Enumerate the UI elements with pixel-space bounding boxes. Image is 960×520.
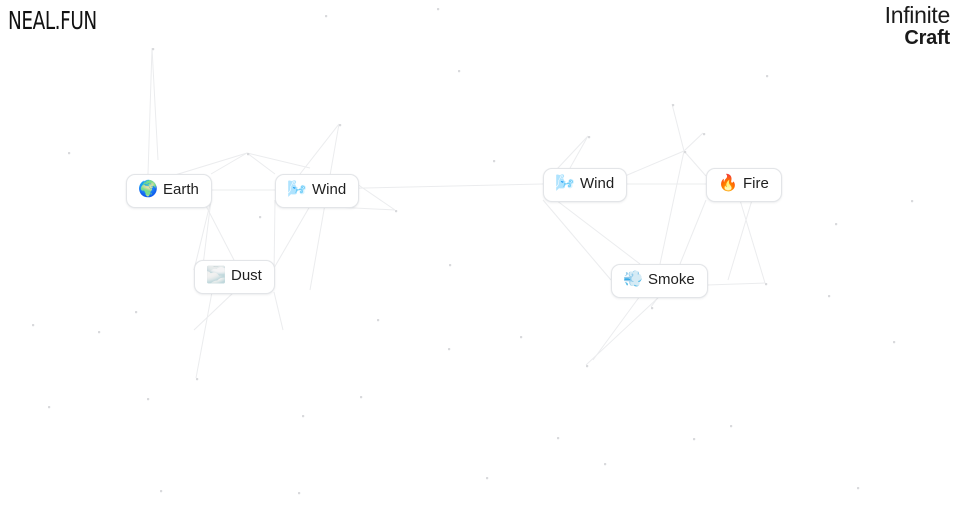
- infinite-craft-wordmark: Infinite Craft: [884, 2, 951, 49]
- web-connection-line: [683, 150, 707, 177]
- background-particle: [588, 136, 591, 139]
- background-particle: [339, 124, 342, 127]
- background-particle: [395, 210, 398, 213]
- background-particle: [135, 311, 138, 314]
- wind-face-icon: 🌬️: [555, 175, 575, 193]
- background-particle: [437, 8, 440, 11]
- background-particle: [48, 406, 51, 409]
- background-particle: [693, 438, 696, 441]
- globe-earth-icon: 🌍: [138, 181, 158, 199]
- web-connection-line: [147, 47, 153, 175]
- web-connection-line: [195, 291, 213, 379]
- background-particle: [147, 398, 150, 401]
- particle-web-background: [32, 8, 914, 495]
- flame-icon: 🔥: [718, 175, 738, 193]
- element-label: Wind: [312, 181, 347, 198]
- dust-waves-icon: 🌫️: [206, 267, 226, 285]
- infinite-craft-canvas[interactable]: NEAL.FUN Infinite Craft 🌍 Earth 🌬️ Wind 🌫️ Du…: [0, 0, 960, 520]
- background-particle: [766, 75, 769, 78]
- background-particle: [828, 295, 831, 298]
- web-connection-line: [151, 47, 159, 161]
- background-particle: [302, 415, 305, 418]
- background-particle: [68, 152, 71, 155]
- background-particle: [586, 365, 589, 368]
- web-connection-line: [542, 199, 612, 281]
- background-particle: [448, 348, 451, 351]
- web-connection-line: [299, 123, 340, 175]
- background-particle: [493, 160, 496, 163]
- web-connection-line: [624, 150, 685, 177]
- web-connection-line: [246, 152, 276, 175]
- background-particle: [486, 477, 489, 480]
- background-particle: [360, 396, 363, 399]
- web-connection-line: [555, 199, 641, 265]
- web-connection-line: [193, 291, 235, 331]
- background-particle: [298, 492, 301, 495]
- element-card-smoke[interactable]: 💨 Smoke: [611, 264, 708, 298]
- background-particle: [730, 425, 733, 428]
- background-particle: [259, 216, 262, 219]
- web-connection-line: [659, 150, 685, 265]
- element-card-dust[interactable]: 🌫️ Dust: [194, 260, 275, 294]
- background-particle: [377, 319, 380, 322]
- background-particle: [196, 378, 199, 381]
- background-particle: [160, 490, 163, 493]
- background-particle: [765, 283, 768, 286]
- background-particle: [458, 70, 461, 73]
- web-connection-line: [273, 291, 284, 331]
- element-label: Smoke: [648, 271, 695, 288]
- wordmark-line-craft: Craft: [904, 26, 950, 49]
- background-particle: [835, 223, 838, 226]
- element-card-fire[interactable]: 🔥 Fire: [706, 168, 782, 202]
- web-connection-line: [210, 152, 248, 175]
- element-label: Dust: [231, 267, 262, 284]
- wind-face-icon: 🌬️: [287, 181, 307, 199]
- web-connection-line: [679, 199, 707, 265]
- background-particle: [557, 437, 560, 440]
- background-particle: [247, 153, 250, 156]
- background-particle: [98, 331, 101, 334]
- web-connection-line: [273, 205, 311, 269]
- background-particle: [911, 200, 914, 203]
- web-connection-line: [727, 199, 753, 281]
- element-label: Fire: [743, 175, 769, 192]
- background-particle: [325, 15, 328, 18]
- web-connection-line: [356, 183, 396, 211]
- web-connection-line: [706, 282, 766, 286]
- background-particle: [857, 487, 860, 490]
- web-connection-line: [739, 199, 766, 284]
- element-card-wind-1[interactable]: 🌬️ Wind: [275, 174, 360, 208]
- background-particle: [703, 133, 706, 136]
- web-connection-line: [585, 295, 661, 366]
- background-particle: [893, 341, 896, 344]
- background-particle: [604, 463, 607, 466]
- element-label: Earth: [163, 181, 199, 198]
- web-connection-line: [569, 135, 589, 169]
- background-particle: [449, 264, 452, 267]
- background-particle: [651, 307, 654, 310]
- neal-fun-logo[interactable]: NEAL.FUN: [8, 6, 97, 35]
- element-card-earth[interactable]: 🌍 Earth: [126, 174, 212, 208]
- background-particle: [152, 48, 155, 51]
- background-particle: [672, 104, 675, 107]
- background-particle: [32, 324, 35, 327]
- web-connection-line: [671, 103, 685, 152]
- web-connection-line: [592, 295, 641, 361]
- background-particle: [684, 151, 687, 154]
- smoke-puff-icon: 💨: [623, 271, 643, 289]
- web-connection-line: [246, 152, 311, 169]
- web-connection-line: [683, 132, 704, 152]
- element-label: Wind: [580, 175, 615, 192]
- background-particle: [520, 336, 523, 339]
- element-card-wind-2[interactable]: 🌬️ Wind: [543, 168, 628, 202]
- wordmark-line-infinite: Infinite: [884, 2, 951, 28]
